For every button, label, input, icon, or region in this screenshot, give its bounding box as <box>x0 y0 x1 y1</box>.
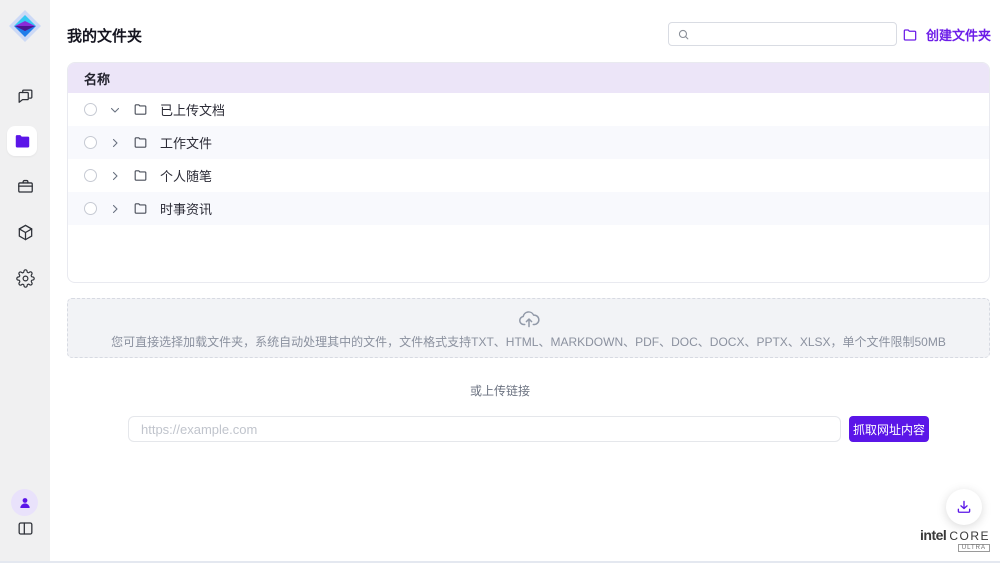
app-logo <box>5 6 45 46</box>
table-header-name: 名称 <box>68 63 989 93</box>
page-title: 我的文件夹 <box>67 25 142 46</box>
table-rows: 已上传文档 工作文件 个人随笔 <box>68 93 989 225</box>
gear-icon <box>16 269 35 288</box>
download-fab[interactable] <box>946 489 982 525</box>
intel-brand-text: intel <box>920 527 946 543</box>
folder-name: 时事资讯 <box>160 199 212 218</box>
sidebar <box>0 0 50 563</box>
sidebar-item-settings[interactable] <box>0 269 50 288</box>
upload-hint-text: 您可直接选择加载文件夹，系统自动处理其中的文件，文件格式支持TXT、HTML、M… <box>111 333 946 350</box>
sidebar-item-chat[interactable] <box>0 87 50 106</box>
folder-icon <box>133 201 148 216</box>
cube-icon <box>16 223 35 242</box>
or-upload-link-label: 或上传链接 <box>0 382 1000 399</box>
folder-name: 工作文件 <box>160 133 212 152</box>
person-icon <box>17 495 33 511</box>
panel-layout-icon <box>16 519 35 538</box>
app-window: 我的文件夹 创建文件夹 名称 已上传文档 <box>0 0 1000 563</box>
row-checkbox[interactable] <box>84 136 97 149</box>
diamond-logo-icon <box>5 6 45 46</box>
create-folder-button[interactable]: 创建文件夹 <box>902 25 991 44</box>
search-box[interactable] <box>668 22 897 46</box>
folder-name: 个人随笔 <box>160 166 212 185</box>
briefcase-icon <box>16 177 35 196</box>
row-checkbox[interactable] <box>84 202 97 215</box>
table-row[interactable]: 已上传文档 <box>68 93 989 126</box>
chevron-right-icon[interactable] <box>109 137 121 149</box>
row-checkbox[interactable] <box>84 169 97 182</box>
cloud-upload-icon <box>517 307 541 331</box>
upload-dropzone[interactable]: 您可直接选择加载文件夹，系统自动处理其中的文件，文件格式支持TXT、HTML、M… <box>67 298 990 358</box>
intel-core-text: core <box>949 529 990 543</box>
folder-icon <box>13 132 32 151</box>
download-icon <box>955 498 973 516</box>
table-row[interactable]: 工作文件 <box>68 126 989 159</box>
collapse-panel-button[interactable] <box>0 519 50 538</box>
search-input[interactable] <box>696 23 896 45</box>
folder-name: 已上传文档 <box>160 100 225 119</box>
folder-plus-icon <box>902 27 918 43</box>
folder-icon <box>133 168 148 183</box>
table-row[interactable]: 个人随笔 <box>68 159 989 192</box>
table-row[interactable]: 时事资讯 <box>68 192 989 225</box>
search-icon <box>677 28 690 41</box>
url-input[interactable] <box>128 416 841 442</box>
sidebar-item-folders-active[interactable] <box>7 126 37 156</box>
fetch-url-button[interactable]: 抓取网址内容 <box>849 416 929 442</box>
intel-core-logo: intel core ultra <box>920 527 990 552</box>
chevron-right-icon[interactable] <box>109 170 121 182</box>
folder-icon <box>133 102 148 117</box>
chevron-right-icon[interactable] <box>109 203 121 215</box>
folder-table: 名称 已上传文档 工作文件 <box>67 62 990 283</box>
chevron-down-icon[interactable] <box>109 104 121 116</box>
sidebar-item-workspace[interactable] <box>0 177 50 196</box>
create-folder-label: 创建文件夹 <box>926 25 991 44</box>
folder-icon <box>133 135 148 150</box>
intel-ultra-badge: ultra <box>958 544 990 552</box>
row-checkbox[interactable] <box>84 103 97 116</box>
chat-bubbles-icon <box>16 87 35 106</box>
sidebar-item-models[interactable] <box>0 223 50 242</box>
user-avatar[interactable] <box>11 489 38 516</box>
